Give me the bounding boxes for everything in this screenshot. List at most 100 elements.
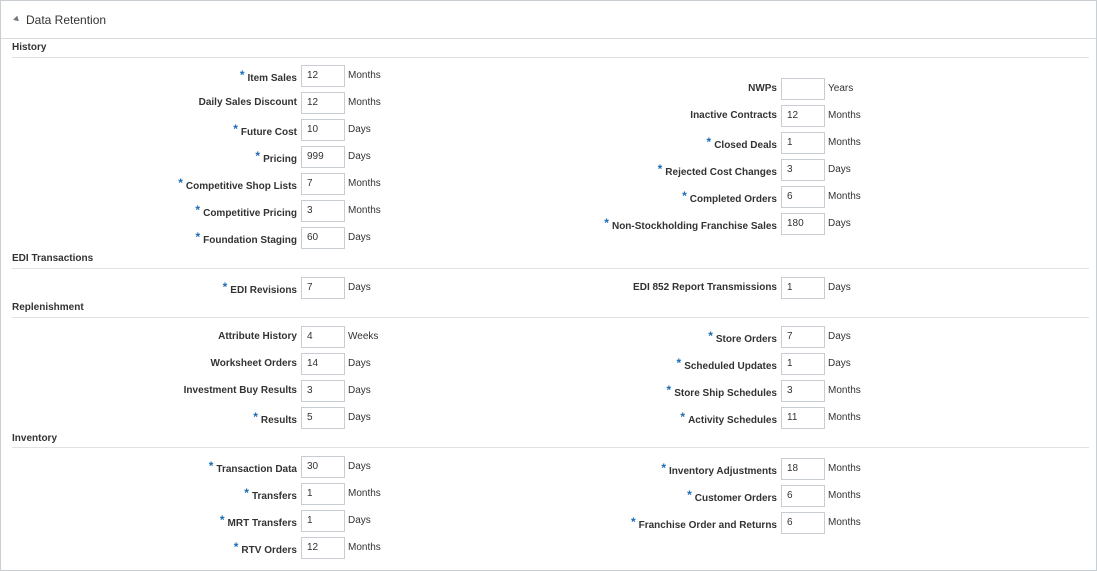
customer-orders-label: * Customer Orders <box>687 488 777 504</box>
activity-schedules-label: * Activity Schedules <box>680 410 777 426</box>
nwps-label-text: NWPs <box>748 83 777 94</box>
edi-852-report-transmissions-input[interactable]: 1 <box>781 277 825 299</box>
franchise-order-and-returns-label-cell: * Franchise Order and Returns <box>1 512 777 534</box>
rejected-cost-changes-unit: Days <box>828 164 851 175</box>
required-asterisk-icon: * <box>676 356 682 370</box>
closed-deals-label-text: Closed Deals <box>714 140 777 151</box>
completed-orders-label-cell: * Completed Orders <box>1 186 777 208</box>
required-asterisk-icon: * <box>706 135 712 149</box>
customer-orders-label-cell: * Customer Orders <box>1 485 777 507</box>
rejected-cost-changes-label-cell: * Rejected Cost Changes <box>1 159 777 181</box>
required-asterisk-icon: * <box>666 383 672 397</box>
required-asterisk-icon: * <box>680 410 686 424</box>
closed-deals-label-cell: * Closed Deals <box>1 132 777 154</box>
scheduled-updates-unit: Days <box>828 358 851 369</box>
scheduled-updates-label-text: Scheduled Updates <box>684 361 777 372</box>
rtv-orders-unit: Months <box>348 542 381 553</box>
non-stockholding-franchise-sales-label-cell: * Non-Stockholding Franchise Sales <box>1 213 777 235</box>
activity-schedules-label-text: Activity Schedules <box>688 415 777 426</box>
required-asterisk-icon: * <box>687 488 692 502</box>
nwps-unit: Years <box>828 83 854 94</box>
store-orders-label-text: Store Orders <box>715 334 777 345</box>
rejected-cost-changes-label: * Rejected Cost Changes <box>657 162 777 178</box>
customer-orders-label-text: Customer Orders <box>694 493 777 504</box>
rtv-orders-label-text: RTV Orders <box>241 545 297 556</box>
panel-title: Data Retention <box>26 13 107 27</box>
inactive-contracts-input[interactable]: 12 <box>781 105 825 127</box>
section-history-title: History <box>12 42 47 53</box>
activity-schedules-input[interactable]: 11 <box>781 407 825 429</box>
required-asterisk-icon: * <box>661 461 667 475</box>
inactive-contracts-label: Inactive Contracts <box>690 110 777 121</box>
franchise-order-and-returns-label: * Franchise Order and Returns <box>630 515 777 531</box>
panel-header: Data Retention <box>1 1 1096 39</box>
edi-852-report-transmissions-unit: Days <box>828 282 851 293</box>
inactive-contracts-label-text: Inactive Contracts <box>690 110 777 121</box>
activity-schedules-unit: Months <box>828 412 861 423</box>
inventory-adjustments-input[interactable]: 18 <box>781 458 825 480</box>
store-ship-schedules-label: * Store Ship Schedules <box>666 383 777 399</box>
closed-deals-input[interactable]: 1 <box>781 132 825 154</box>
non-stockholding-franchise-sales-label: * Non-Stockholding Franchise Sales <box>604 216 777 232</box>
customer-orders-unit: Months <box>828 490 861 501</box>
inventory-adjustments-unit: Months <box>828 463 861 474</box>
inventory-adjustments-label: * Inventory Adjustments <box>661 461 777 477</box>
section-edi-title: EDI Transactions <box>12 253 94 264</box>
store-orders-input[interactable]: 7 <box>781 326 825 348</box>
inventory-adjustments-label-text: Inventory Adjustments <box>669 466 777 477</box>
rejected-cost-changes-label-text: Rejected Cost Changes <box>665 167 777 178</box>
foundation-staging-label-text: Foundation Staging <box>203 235 297 246</box>
rejected-cost-changes-input[interactable]: 3 <box>781 159 825 181</box>
required-asterisk-icon: * <box>708 329 713 343</box>
non-stockholding-franchise-sales-label-text: Non-Stockholding Franchise Sales <box>611 221 777 232</box>
data-retention-panel: Data Retention History EDI Transactions … <box>0 0 1097 571</box>
store-ship-schedules-unit: Months <box>828 385 861 396</box>
rtv-orders-label: * RTV Orders <box>233 540 297 556</box>
store-ship-schedules-label-text: Store Ship Schedules <box>674 388 777 399</box>
closed-deals-unit: Months <box>828 137 861 148</box>
required-asterisk-icon: * <box>233 540 239 554</box>
store-ship-schedules-input[interactable]: 3 <box>781 380 825 402</box>
section-divider <box>12 317 1089 318</box>
activity-schedules-label-cell: * Activity Schedules <box>1 407 777 429</box>
store-orders-label-cell: * Store Orders <box>1 326 777 348</box>
edi-852-report-transmissions-label-cell: EDI 852 Report Transmissions <box>1 277 777 299</box>
closed-deals-label: * Closed Deals <box>706 135 777 151</box>
scheduled-updates-label-cell: * Scheduled Updates <box>1 353 777 375</box>
franchise-order-and-returns-input[interactable]: 6 <box>781 512 825 534</box>
store-ship-schedules-label-cell: * Store Ship Schedules <box>1 380 777 402</box>
franchise-order-and-returns-unit: Months <box>828 517 861 528</box>
franchise-order-and-returns-label-text: Franchise Order and Returns <box>638 520 777 531</box>
required-asterisk-icon: * <box>682 189 687 203</box>
section-divider <box>12 268 1089 269</box>
store-orders-label: * Store Orders <box>708 329 777 345</box>
scheduled-updates-input[interactable]: 1 <box>781 353 825 375</box>
completed-orders-input[interactable]: 6 <box>781 186 825 208</box>
rtv-orders-input[interactable]: 12 <box>301 537 345 559</box>
required-asterisk-icon: * <box>657 162 663 176</box>
required-asterisk-icon: * <box>630 515 636 529</box>
inactive-contracts-label-cell: Inactive Contracts <box>1 105 777 127</box>
edi-852-report-transmissions-label-text: EDI 852 Report Transmissions <box>633 282 777 293</box>
non-stockholding-franchise-sales-unit: Days <box>828 218 851 229</box>
nwps-label: NWPs <box>748 83 777 94</box>
section-divider <box>12 447 1089 448</box>
nwps-label-cell: NWPs <box>1 78 777 100</box>
completed-orders-label: * Completed Orders <box>682 189 777 205</box>
inventory-adjustments-label-cell: * Inventory Adjustments <box>1 458 777 480</box>
collapse-triangle-icon[interactable] <box>13 15 21 24</box>
inactive-contracts-unit: Months <box>828 110 861 121</box>
completed-orders-unit: Months <box>828 191 861 202</box>
section-inventory-title: Inventory <box>12 433 58 444</box>
rtv-orders-label-cell: * RTV Orders <box>1 537 297 559</box>
scheduled-updates-label: * Scheduled Updates <box>676 356 777 372</box>
required-asterisk-icon: * <box>604 216 609 230</box>
edi-852-report-transmissions-label: EDI 852 Report Transmissions <box>633 282 777 293</box>
completed-orders-label-text: Completed Orders <box>689 194 777 205</box>
store-orders-unit: Days <box>828 331 851 342</box>
nwps-input[interactable] <box>781 78 825 100</box>
customer-orders-input[interactable]: 6 <box>781 485 825 507</box>
section-divider <box>12 57 1089 58</box>
non-stockholding-franchise-sales-input[interactable]: 180 <box>781 213 825 235</box>
section-replenishment-title: Replenishment <box>12 302 84 313</box>
